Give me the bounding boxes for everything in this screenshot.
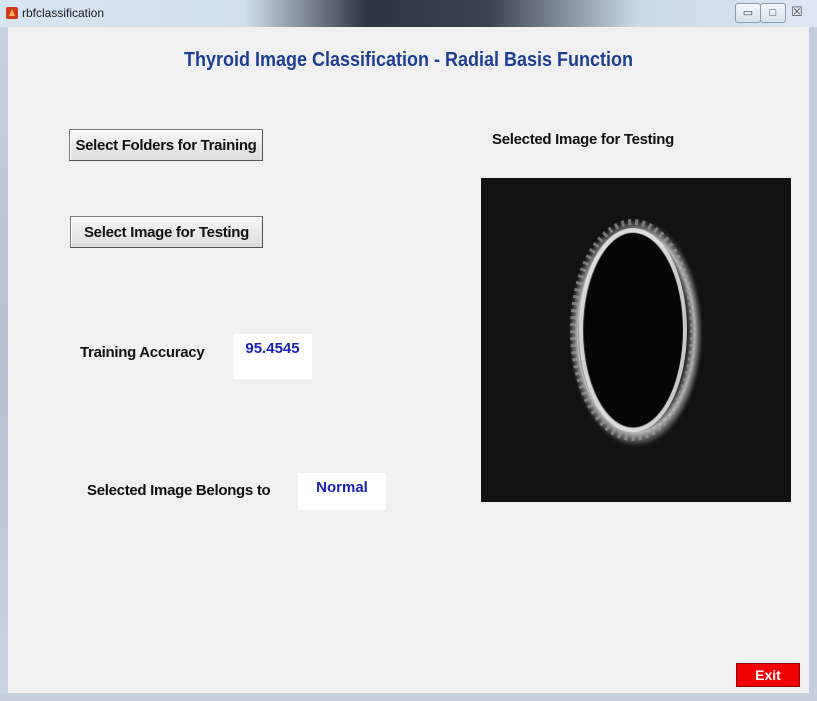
matlab-icon [6, 7, 18, 19]
window-border-bottom [0, 693, 817, 701]
class-result-label: Selected Image Belongs to [87, 482, 271, 499]
select-image-button[interactable]: Select Image for Testing [70, 216, 263, 248]
page-title: Thyroid Image Classification - Radial Ba… [183, 49, 634, 71]
window-border-right [809, 27, 817, 701]
class-result-value: Normal [298, 473, 386, 510]
window-title: rbfclassification [22, 6, 105, 20]
training-accuracy-label: Training Accuracy [80, 344, 205, 361]
figure-client-area: Thyroid Image Classification - Radial Ba… [8, 27, 809, 693]
close-button[interactable]: ☒ [785, 3, 809, 21]
select-folders-button[interactable]: Select Folders for Training [69, 129, 263, 161]
selected-image-label: Selected Image for Testing [492, 131, 674, 148]
minimize-button[interactable]: ▭ [735, 3, 761, 23]
window-titlebar[interactable]: rbfclassification ▭ □ ☒ [0, 0, 817, 27]
exit-button[interactable]: Exit [736, 663, 800, 687]
ultrasound-image [568, 217, 704, 449]
window-border-left [0, 27, 8, 701]
test-image-panel [481, 178, 791, 502]
maximize-button[interactable]: □ [760, 3, 786, 23]
training-accuracy-value: 95.4545 [233, 334, 312, 379]
